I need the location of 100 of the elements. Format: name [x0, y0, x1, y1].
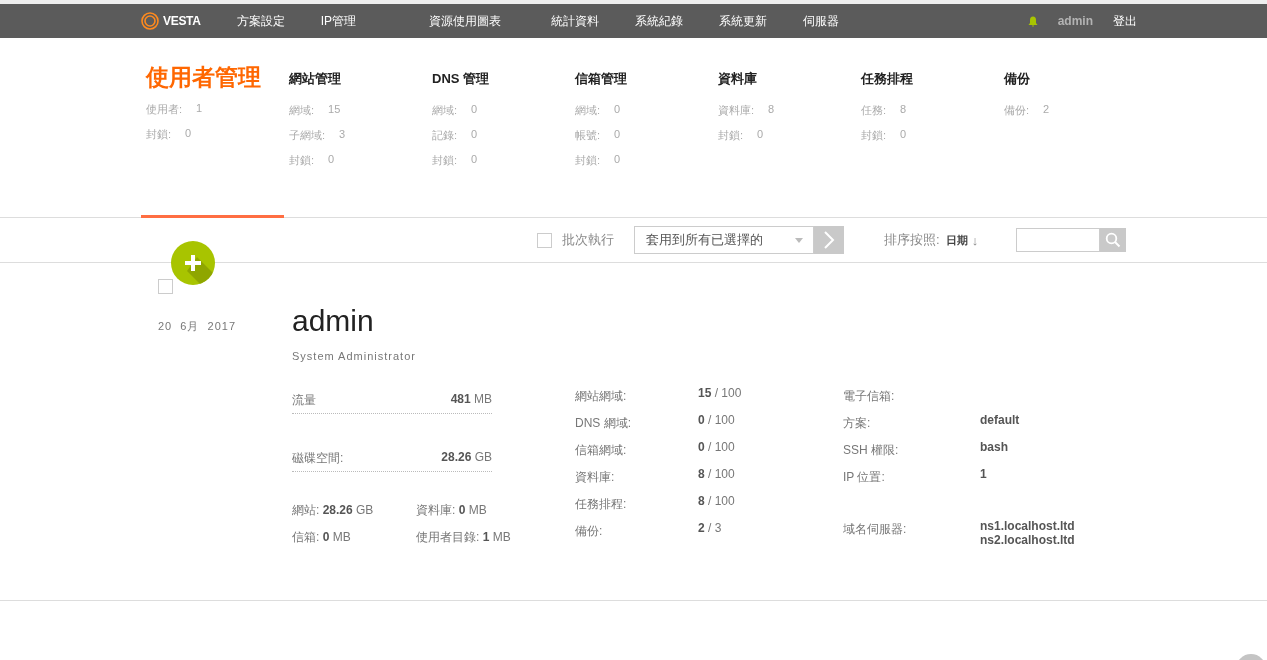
limit-value: 15 / 100: [698, 386, 742, 402]
limit-label: DNS 網域:: [575, 415, 632, 432]
stat-label: 封鎖:: [861, 128, 887, 143]
summary-tab[interactable]: 備份 備份: 2: [999, 38, 1142, 218]
detail-label: 方案:: [843, 415, 872, 432]
user-role: System Administrator: [292, 350, 417, 362]
usage-label: 磁碟空間:: [292, 450, 344, 467]
nav-link[interactable]: 方案設定: [236, 12, 321, 30]
disk-detail: 使用者目錄: 1 MB: [416, 529, 512, 546]
stat-value: 0: [471, 103, 478, 117]
limit-label: 網站網域:: [575, 388, 628, 405]
summary-tab[interactable]: 網站管理 網域: 15 子網域: 3 封鎖: 0: [284, 38, 427, 218]
stat-value: 0: [471, 128, 478, 142]
search-button[interactable]: [1100, 228, 1127, 252]
limit-value: 2 / 3: [698, 521, 722, 537]
limit-label: 備份:: [575, 523, 604, 540]
batch-checkbox[interactable]: [537, 232, 552, 248]
summary-title: 資料庫: [718, 70, 758, 88]
detail-value: ns2.localhost.ltd: [980, 533, 1075, 547]
disk-detail: 資料庫: 0 MB: [416, 502, 488, 519]
stat-label: 網域:: [575, 103, 601, 118]
sort-label: 排序按照:: [884, 231, 940, 249]
stat-value: 1: [196, 102, 203, 116]
summary-title: DNS 管理: [432, 70, 491, 88]
usage-label: 流量: [292, 392, 316, 409]
limit-label: 資料庫:: [575, 469, 616, 486]
summary-title: 信箱管理: [575, 70, 628, 88]
stat-value: 0: [614, 153, 621, 167]
summary-tab[interactable]: 信箱管理 網域: 0 帳號: 0 封鎖: 0: [570, 38, 713, 218]
caret-icon: [795, 237, 803, 243]
summary-title: 網站管理: [289, 70, 342, 88]
search-field[interactable]: [1016, 228, 1101, 252]
stat-value: 0: [757, 128, 764, 142]
add-button[interactable]: [171, 241, 215, 285]
stat-value: 8: [768, 103, 775, 117]
stat-label: 網域:: [289, 103, 315, 118]
summary-tab[interactable]: 資料庫 資料庫: 8 封鎖: 0: [713, 38, 856, 218]
detail-value: 1: [980, 467, 987, 483]
detail-value: ns1.localhost.ltd: [980, 519, 1075, 533]
limit-value: 8 / 100: [698, 467, 735, 483]
detail-label: IP 位置:: [843, 469, 886, 486]
summary-tab[interactable]: DNS 管理 網域: 0 記錄: 0 封鎖: 0: [427, 38, 570, 218]
stat-value: 2: [1043, 103, 1050, 117]
detail-value: bash: [980, 440, 1008, 456]
summary-title: 使用者管理: [146, 63, 262, 92]
stat-label: 記錄:: [432, 128, 458, 143]
nav-link[interactable]: 系統更新: [718, 12, 803, 30]
usage-value: 481 MB: [450, 392, 492, 408]
date-text: 20 6月 2017: [158, 319, 238, 334]
stat-value: 0: [614, 103, 621, 117]
stat-value: 0: [328, 153, 335, 167]
stat-value: 8: [900, 103, 907, 117]
stat-label: 封鎖:: [718, 128, 744, 143]
nav-link[interactable]: 統計資料: [550, 12, 635, 30]
logo-text: VESTA: [163, 14, 201, 28]
summary-title: 任務排程: [861, 70, 914, 88]
summary-tab[interactable]: 任務排程 任務: 8 封鎖: 0: [856, 38, 999, 218]
sort-link[interactable]: 日期: [945, 232, 968, 248]
row-checkbox[interactable]: [158, 279, 173, 294]
stat-label: 網域:: [432, 103, 458, 118]
stat-label: 封鎖:: [289, 153, 315, 168]
stat-value: 15: [328, 103, 341, 117]
stat-label: 封鎖:: [575, 153, 601, 168]
limit-value: 0 / 100: [698, 440, 735, 456]
limit-label: 信箱網域:: [575, 442, 628, 459]
stat-value: 0: [471, 153, 478, 167]
summary-title: 備份: [1004, 70, 1031, 88]
stat-label: 封鎖:: [432, 153, 458, 168]
nav-link[interactable]: 伺服器: [802, 12, 887, 30]
stat-label: 任務:: [861, 103, 887, 118]
logo-icon: [141, 12, 159, 30]
stat-label: 備份:: [1004, 103, 1030, 118]
nav-link[interactable]: 資源使用圖表: [428, 12, 551, 30]
stat-label: 使用者:: [146, 102, 183, 117]
stat-label: 封鎖:: [146, 127, 172, 142]
stat-value: 0: [900, 128, 907, 142]
nav-link[interactable]: 系統紀錄: [634, 12, 719, 30]
disk-detail: 信箱: 0 MB: [292, 529, 352, 546]
stat-value: 0: [185, 127, 192, 141]
search-icon: [1105, 232, 1122, 248]
detail-label: 電子信箱:: [843, 388, 896, 405]
apply-button[interactable]: [814, 226, 844, 254]
logout-link[interactable]: 登出: [1113, 12, 1137, 30]
detail-value: default: [980, 413, 1020, 429]
usage-value: 28.26 GB: [441, 450, 492, 466]
disk-detail: 網站: 28.26 GB: [292, 502, 375, 519]
detail-label: 域名伺服器:: [843, 521, 908, 538]
stat-label: 資料庫:: [718, 103, 755, 118]
bell-icon[interactable]: [1027, 15, 1038, 27]
stat-value: 3: [339, 128, 346, 142]
chevron-right-icon: [823, 230, 835, 250]
batch-label: 批次執行: [562, 231, 614, 249]
stat-label: 子網域:: [289, 128, 326, 143]
limit-value: 0 / 100: [698, 413, 735, 429]
stat-value: 0: [614, 128, 621, 142]
nav-link[interactable]: IP管理: [320, 12, 429, 30]
limit-value: 8 / 100: [698, 494, 735, 510]
action-select[interactable]: 套用到所有已選擇的: [634, 226, 814, 254]
stat-label: 帳號:: [575, 128, 601, 143]
sort-arrow[interactable]: ↓: [971, 232, 979, 248]
